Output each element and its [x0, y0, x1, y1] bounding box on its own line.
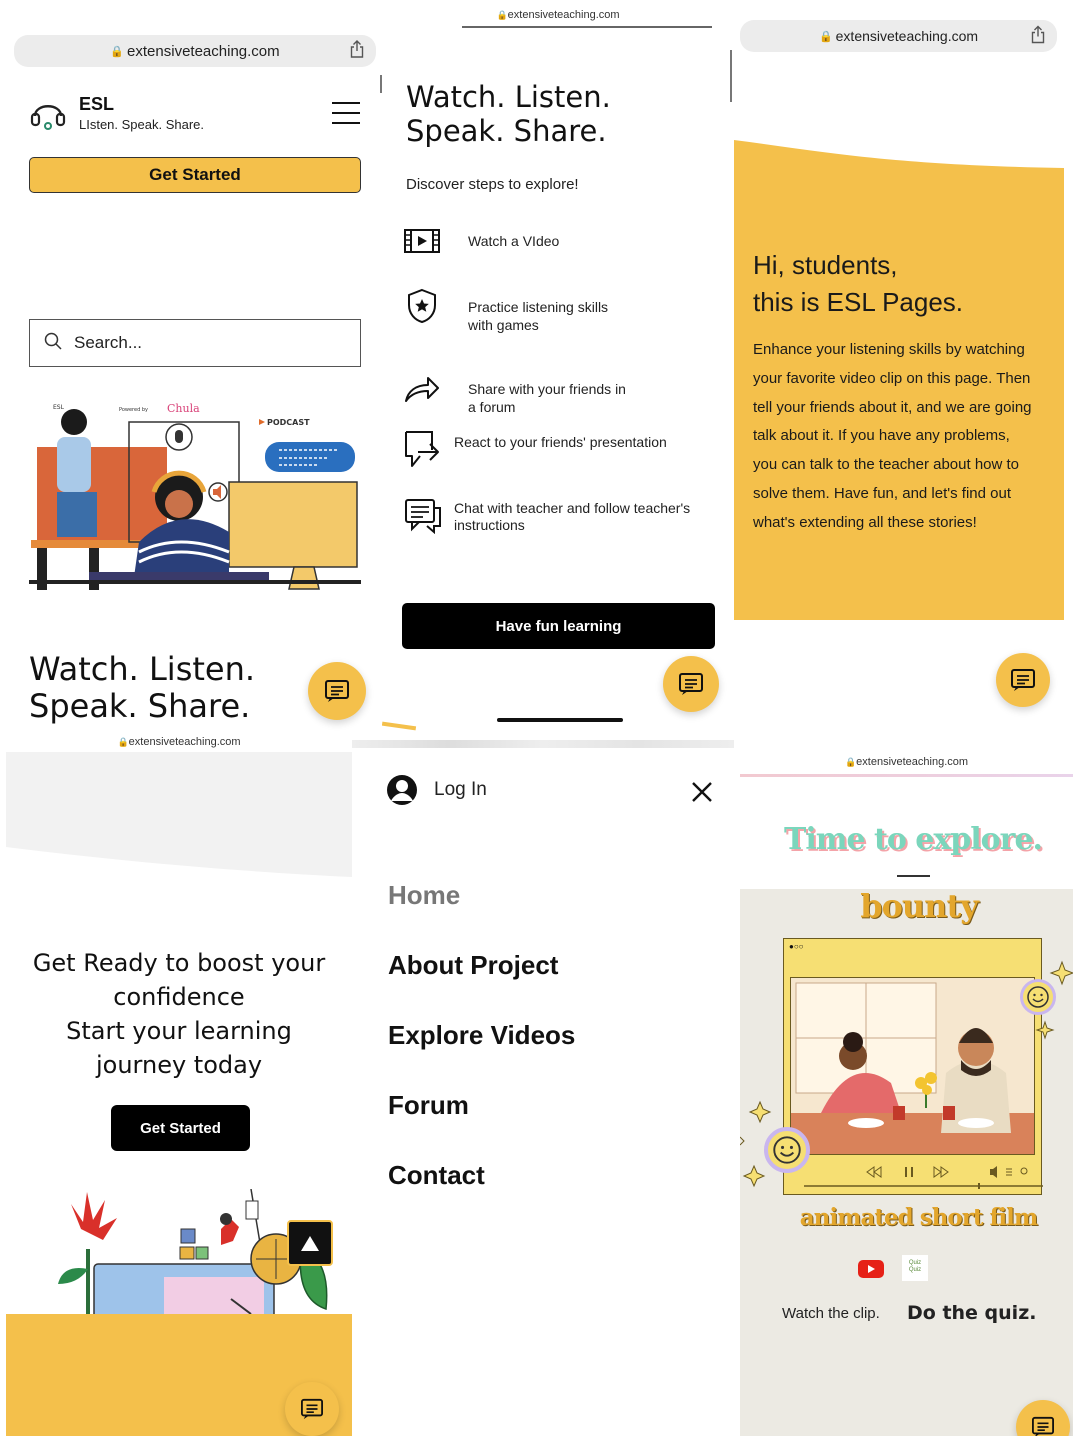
step-chat-icon — [404, 498, 442, 539]
cta-gray-wave — [6, 752, 352, 877]
intro-greeting: Hi, students, this is ESL Pages. — [753, 250, 964, 317]
chat-icon — [405, 499, 441, 535]
share-arrow-icon — [405, 377, 439, 402]
cta-message: Get Ready to boost your confidence Start… — [32, 949, 326, 1079]
home-indicator — [497, 718, 623, 722]
search-field[interactable]: Search... — [29, 319, 361, 367]
get-started-button[interactable]: Get Started — [111, 1105, 250, 1151]
address-bar[interactable]: 🔒extensiveteaching.com — [740, 756, 1073, 768]
orange-scroll-hint — [382, 721, 417, 731]
login-label: Log In — [434, 779, 487, 800]
brand-name: ESL — [79, 94, 115, 114]
step-react-icon — [404, 430, 440, 473]
lock-icon: 🔒 — [117, 737, 129, 747]
chat-button[interactable] — [285, 1382, 339, 1436]
video-icon — [404, 229, 440, 253]
address-bar-divider — [740, 774, 1073, 777]
share-icon[interactable] — [350, 40, 364, 62]
panel-home-mobile: 🔒 extensiveteaching.com ESL LIsten. Spea… — [6, 30, 382, 752]
menu-item-home[interactable]: Home — [388, 880, 460, 911]
comment-reply-icon — [405, 431, 439, 467]
address-bar[interactable]: 🔒 extensiveteaching.com — [14, 35, 376, 67]
panel-explore-mobile: 🔒extensiveteaching.com Time to explore. … — [740, 752, 1073, 1436]
brand-tagline: LIsten. Speak. Share. — [79, 117, 205, 132]
step-react: React to your friends' presentation — [454, 434, 667, 450]
headset-icon — [30, 105, 66, 130]
film-title: bounty — [860, 887, 979, 925]
steps-intro: Discover steps to explore! — [406, 176, 579, 193]
player-dots: ●○○ — [789, 942, 804, 951]
svg-text:PODCAST: PODCAST — [267, 418, 310, 427]
lock-icon: 🔒 — [496, 10, 508, 20]
illus-esl-text: ESL — [53, 404, 65, 411]
film-subtitle: animated short film — [799, 1204, 1038, 1231]
top-blur-strip — [352, 740, 734, 748]
chat-icon — [1032, 1416, 1054, 1436]
scroll-indicator — [730, 50, 732, 102]
play-up-icon — [301, 1236, 319, 1251]
url-text: extensiveteaching.com — [127, 42, 280, 60]
search-placeholder: Search... — [74, 333, 143, 352]
panel-cta-mobile: 🔒extensiveteaching.com Get Ready to boos… — [6, 734, 352, 1436]
search-icon — [44, 332, 62, 355]
quiz-logo[interactable]: Quiz Quiz — [902, 1255, 928, 1281]
youtube-icon[interactable] — [858, 1260, 884, 1278]
step-share-icon — [404, 373, 440, 408]
video-play-badge[interactable] — [287, 1220, 333, 1266]
site-logo[interactable] — [28, 92, 68, 132]
explore-title: Time to explore. — [784, 822, 1043, 857]
menu-item-about-project[interactable]: About Project — [388, 950, 558, 981]
step-watch-video-icon — [404, 228, 440, 259]
chat-button[interactable] — [663, 656, 719, 712]
sparkle-decorations — [740, 952, 1073, 1192]
address-bar[interactable]: 🔒extensiveteaching.com — [382, 9, 734, 21]
step-chat: Chat with teacher and follow teacher's i… — [454, 500, 691, 533]
steps-headline: Watch. Listen. Speak. Share. — [406, 80, 611, 148]
have-fun-learning-button[interactable]: Have fun learning — [402, 603, 715, 649]
menu-item-contact[interactable]: Contact — [388, 1160, 485, 1191]
intro-body: Enhance your listening skills by watchin… — [753, 341, 1032, 531]
hero-headline: Watch. Listen. Speak. Share. — [29, 650, 256, 725]
svg-text:Powered by: Powered by — [119, 407, 148, 413]
menu-item-forum[interactable]: Forum — [388, 1090, 469, 1121]
watch-clip-label: Watch the clip. — [782, 1305, 880, 1322]
step-practice: Practice listening skills with games — [468, 299, 609, 333]
menu-item-explore-videos[interactable]: Explore Videos — [388, 1020, 575, 1051]
title-underline — [897, 875, 930, 877]
address-bar-divider — [462, 26, 712, 28]
get-started-button[interactable]: Get Started — [29, 157, 361, 193]
login-link[interactable]: Log In — [386, 774, 487, 806]
panel-nav-menu: Log In Home About Project Explore Videos… — [352, 740, 734, 1436]
lock-icon: 🔒 — [844, 757, 857, 767]
hamburger-menu-icon[interactable] — [332, 100, 360, 124]
shield-star-icon — [408, 288, 436, 324]
user-avatar-icon — [387, 775, 417, 805]
lock-icon: 🔒 — [110, 45, 125, 58]
chat-icon — [325, 680, 349, 702]
chat-button[interactable] — [996, 653, 1050, 707]
svg-text:Chula: Chula — [167, 402, 200, 415]
do-quiz-label[interactable]: Do the quiz. — [907, 1302, 1036, 1324]
step-watch-video: Watch a VIdeo — [468, 233, 560, 249]
panel-steps-mobile: 🔒extensiveteaching.com Watch. Listen. Sp… — [382, 0, 734, 740]
chat-icon — [1011, 669, 1035, 691]
panel-intro-mobile: 🔒 extensiveteaching.com Hi, students, th… — [734, 0, 1073, 740]
chat-button[interactable] — [308, 662, 366, 720]
address-bar[interactable]: 🔒extensiveteaching.com — [6, 736, 352, 748]
chat-icon — [679, 673, 703, 695]
podcast-illustration: ESL Powered by Chula PODCAST — [29, 392, 361, 600]
step-practice-icon — [406, 288, 438, 329]
step-share: Share with your friends in a forum — [468, 381, 626, 415]
chat-icon — [301, 1398, 323, 1420]
close-icon[interactable] — [690, 780, 714, 809]
